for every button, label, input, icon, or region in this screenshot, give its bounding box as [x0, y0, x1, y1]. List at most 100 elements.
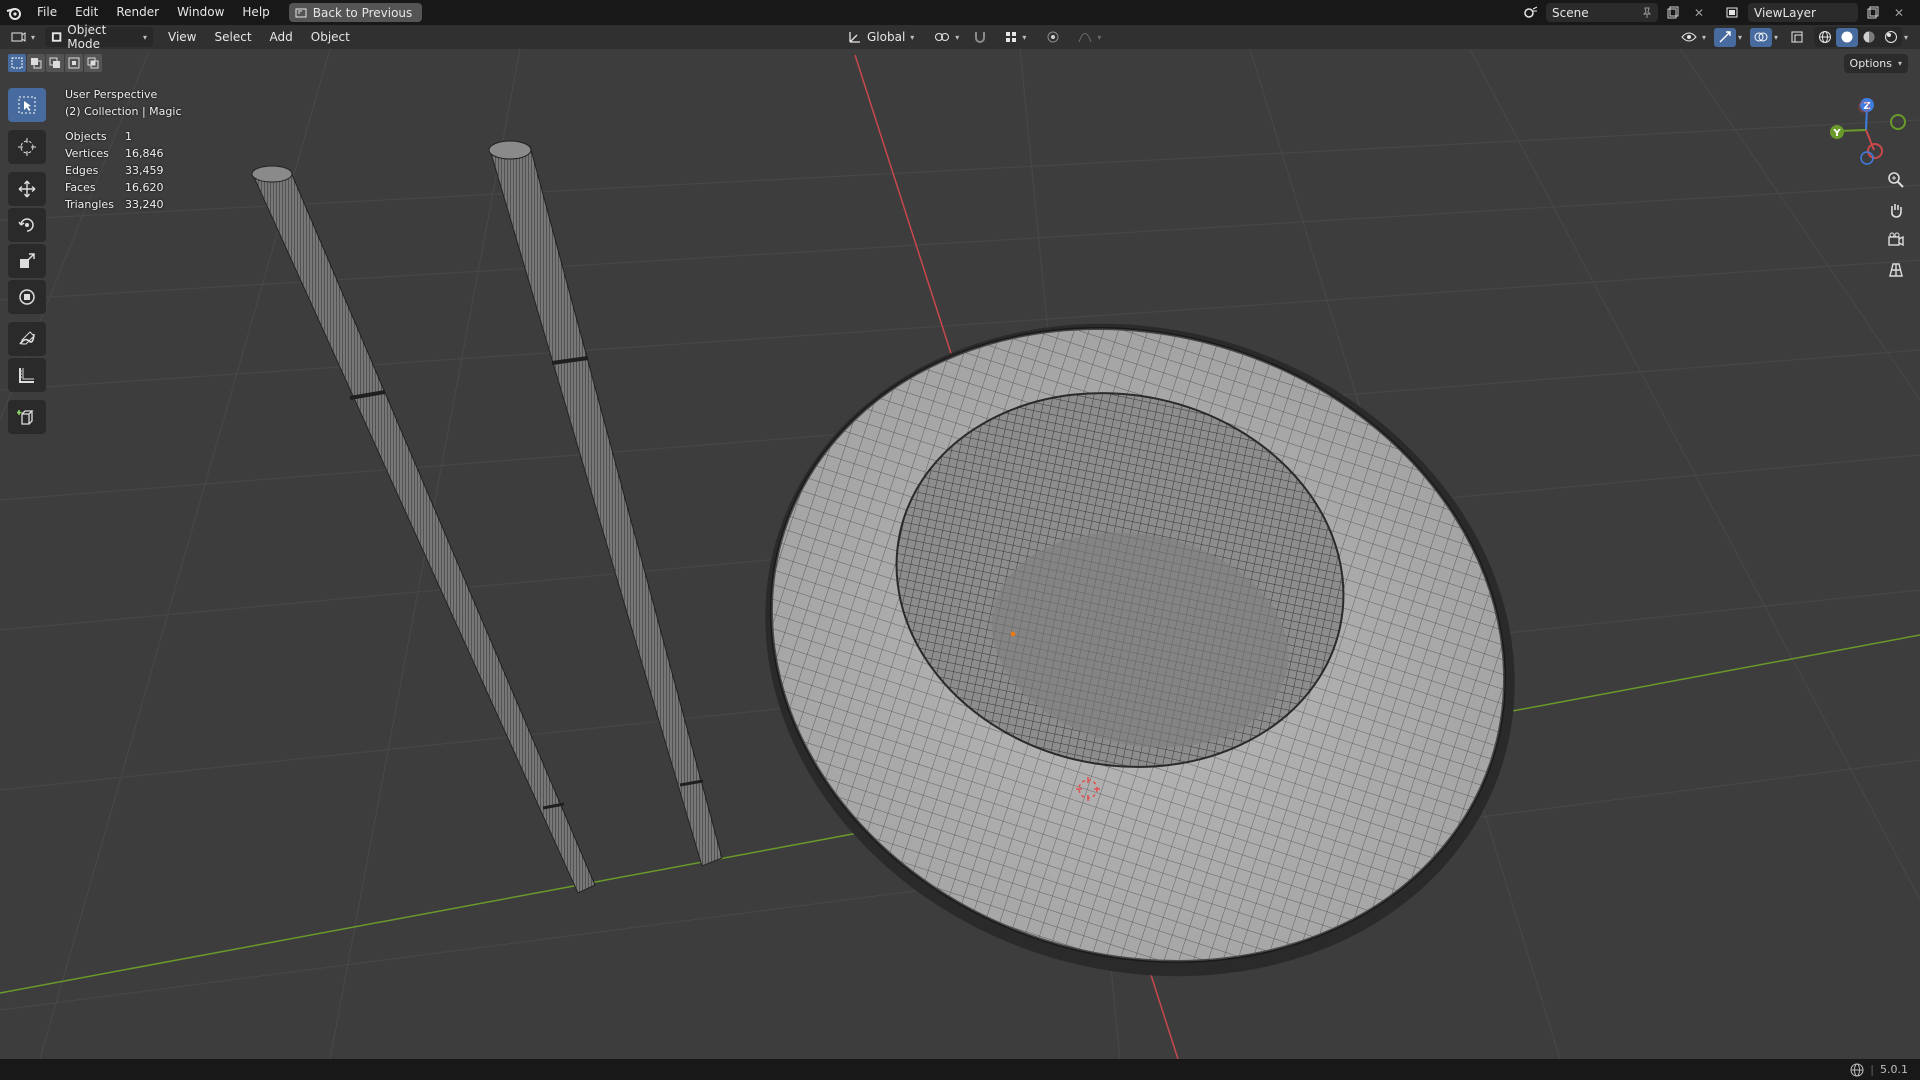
stat-triangles-value: 33,240	[125, 198, 164, 211]
rotate-tool[interactable]	[8, 208, 46, 242]
transform-tool[interactable]	[8, 280, 46, 314]
select-extend-icon[interactable]	[27, 54, 45, 72]
select-intersect-icon[interactable]	[84, 54, 102, 72]
orientation-icon	[849, 32, 860, 43]
select-mode-group	[8, 54, 102, 72]
menu-add[interactable]: Add	[261, 25, 302, 49]
pin-icon[interactable]	[1642, 7, 1652, 19]
navigation-gizmo[interactable]: Z Y	[1818, 90, 1908, 170]
stat-faces-value: 16,620	[125, 181, 164, 194]
back-to-previous-label: Back to Previous	[312, 5, 413, 20]
globe-icon	[1850, 1063, 1864, 1076]
options-label: Options	[1849, 57, 1892, 70]
wireframe-shading-icon[interactable]	[1814, 28, 1836, 47]
back-to-previous-button[interactable]: Back to Previous	[288, 3, 423, 22]
blender-logo-icon[interactable]	[0, 0, 28, 25]
remove-scene-icon[interactable]: ✕	[1688, 3, 1710, 22]
annotate-tool[interactable]	[8, 322, 46, 356]
cursor-tool[interactable]	[8, 130, 46, 164]
bowl-mesh[interactable]	[680, 228, 1601, 1059]
measure-tool[interactable]	[8, 358, 46, 392]
editor-type-dropdown[interactable]: ▾	[4, 27, 41, 47]
3d-cursor-icon	[18, 138, 36, 156]
menu-file[interactable]: File	[28, 0, 66, 25]
shading-dropdown-caret[interactable]: ▾	[1904, 33, 1908, 42]
object-mode-icon	[51, 32, 62, 42]
scene-name: Scene	[1552, 5, 1589, 20]
scale-icon	[20, 253, 35, 268]
3d-viewport[interactable]: User Perspective (2) Collection | Magic …	[0, 49, 1920, 1059]
transform-orientation-label: Global	[867, 30, 906, 44]
pencil-icon	[19, 331, 35, 345]
menu-edit[interactable]: Edit	[66, 0, 107, 25]
stat-objects-value: 1	[125, 130, 132, 143]
eye-icon	[1681, 32, 1697, 42]
solid-shading-icon[interactable]	[1835, 27, 1858, 47]
rotate-icon	[18, 218, 34, 232]
gizmo-x-axis[interactable]	[1867, 143, 1883, 159]
ruler-icon	[19, 368, 34, 383]
viewport-header: ▾ Object Mode ▾ View Select Add Object G…	[0, 23, 1920, 51]
move-tool[interactable]	[8, 172, 46, 206]
options-dropdown[interactable]: Options ▾	[1843, 54, 1908, 73]
select-new-icon[interactable]	[8, 54, 26, 72]
snap-toggle-icon[interactable]	[969, 28, 991, 47]
pivot-icon	[935, 33, 950, 41]
snap-target-dropdown[interactable]: ▾	[999, 27, 1032, 47]
shading-mode-group	[1813, 27, 1902, 47]
select-invert-icon[interactable]	[65, 54, 83, 72]
stat-edges-label: Edges	[65, 164, 99, 177]
rendered-shading-icon[interactable]	[1880, 28, 1902, 47]
top-menu-bar: File Edit Render Window Help Back to Pre…	[0, 0, 1920, 25]
overlays-toggle-icon[interactable]	[1749, 27, 1772, 47]
transform-orientation-dropdown[interactable]: Global ▾	[842, 27, 920, 47]
gizmo-toggle-icon[interactable]	[1713, 27, 1736, 47]
gizmo-dropdown-caret[interactable]: ▾	[1738, 33, 1742, 42]
screen-icon	[295, 8, 307, 17]
zoom-icon[interactable]	[1880, 166, 1912, 194]
menu-select[interactable]: Select	[206, 25, 261, 49]
scene-field[interactable]: Scene	[1546, 3, 1658, 22]
add-cube-tool[interactable]	[8, 400, 46, 434]
viewport-info-overlay: User Perspective (2) Collection | Magic …	[65, 86, 182, 213]
pivot-point-dropdown[interactable]: ▾	[928, 27, 965, 47]
menu-view[interactable]: View	[159, 25, 205, 49]
new-scene-icon[interactable]	[1662, 3, 1684, 22]
select-box-tool[interactable]	[8, 88, 46, 122]
xray-toggle-icon[interactable]	[1786, 28, 1808, 47]
menu-help[interactable]: Help	[233, 0, 278, 25]
viewlayer-browse-icon[interactable]	[1722, 3, 1744, 22]
object-origin	[1010, 631, 1016, 637]
select-subtract-icon[interactable]	[46, 54, 64, 72]
object-mode-label: Object Mode	[67, 23, 107, 51]
3d-viewport-icon	[11, 32, 26, 42]
pan-hand-icon[interactable]	[1880, 196, 1912, 224]
transform-icon	[19, 289, 35, 305]
camera-view-icon[interactable]	[1880, 226, 1912, 254]
move-arrows-icon	[18, 180, 36, 198]
scale-tool[interactable]	[8, 244, 46, 278]
gizmo-neg-y-axis[interactable]	[1890, 114, 1906, 130]
blender-version: 5.0.1	[1880, 1063, 1908, 1076]
status-bar: | 5.0.1	[0, 1059, 1920, 1080]
object-visibility-dropdown[interactable]: ▾	[1675, 27, 1712, 47]
object-mode-dropdown[interactable]: Object Mode ▾	[45, 23, 154, 51]
tool-shelf	[8, 88, 46, 436]
menu-render[interactable]: Render	[107, 0, 168, 25]
viewlayer-name: ViewLayer	[1754, 5, 1816, 20]
toggle-perspective-grid-icon[interactable]	[1880, 256, 1912, 284]
scene-browse-icon[interactable]	[1520, 3, 1542, 22]
proportional-editing-icon[interactable]	[1042, 28, 1064, 47]
menu-window[interactable]: Window	[168, 0, 233, 25]
stat-objects-label: Objects	[65, 130, 107, 143]
material-shading-icon[interactable]	[1858, 28, 1880, 47]
scene-canvas[interactable]	[0, 49, 1920, 1059]
viewlayer-field[interactable]: ViewLayer	[1748, 3, 1858, 22]
new-viewlayer-icon[interactable]	[1862, 3, 1884, 22]
falloff-dropdown[interactable]: ▾	[1072, 27, 1107, 47]
menu-object[interactable]: Object	[302, 25, 359, 49]
stat-vertices-value: 16,846	[125, 147, 164, 160]
overlays-dropdown-caret[interactable]: ▾	[1774, 33, 1778, 42]
remove-viewlayer-icon[interactable]: ✕	[1888, 3, 1910, 22]
snap-grid-icon	[1006, 32, 1017, 42]
